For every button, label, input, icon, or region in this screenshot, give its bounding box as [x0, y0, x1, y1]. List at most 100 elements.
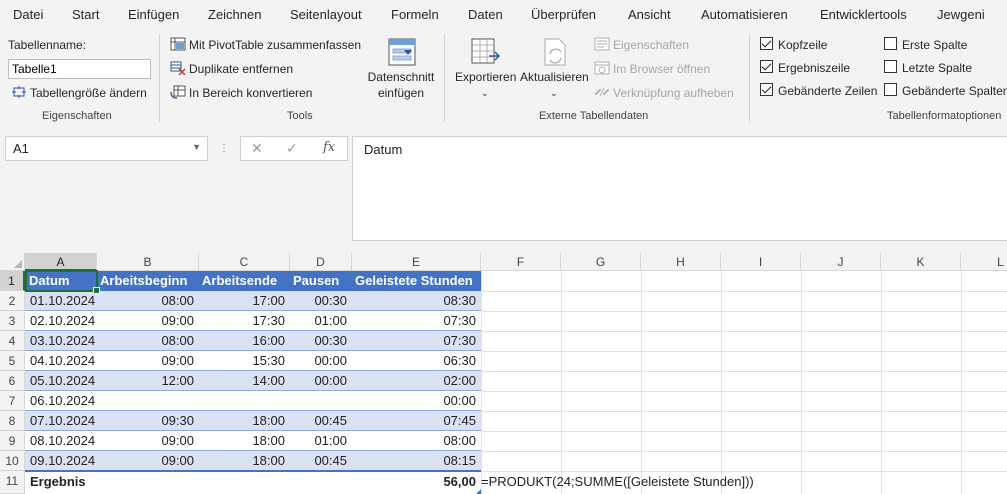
table-header-arbeitsbeginn[interactable]: Arbeitsbeginn [97, 271, 190, 291]
export-button[interactable]: Exportieren [455, 70, 516, 84]
table-cell[interactable]: 00:30 [290, 331, 352, 351]
table-cell[interactable]: 01.10.2024 [25, 291, 97, 311]
column-header-c[interactable]: C [199, 253, 290, 271]
tab-entwicklertools[interactable]: Entwicklertools [820, 7, 907, 22]
table-cell[interactable]: 18:00 [199, 411, 290, 431]
table-cell[interactable]: 00:45 [290, 411, 352, 431]
row-header-9[interactable]: 9 [0, 431, 25, 451]
table-cell[interactable]: 07.10.2024 [25, 411, 97, 431]
table-header-geleistete-stunden[interactable]: Geleistete Stunden [352, 271, 476, 291]
properties-button[interactable]: Eigenschaften [613, 38, 689, 52]
column-header-f[interactable]: F [481, 253, 561, 271]
active-cell-a1[interactable] [25, 270, 100, 294]
formula-text-cell[interactable]: =PRODUKT(24;SUMME([Geleistete Stunden])) [479, 472, 756, 492]
table-cell[interactable]: 08:15 [352, 451, 481, 471]
tab-automatisieren[interactable]: Automatisieren [701, 7, 788, 22]
table-cell[interactable]: 00:30 [290, 291, 352, 311]
column-header-b[interactable]: B [97, 253, 199, 271]
table-cell[interactable]: 08:30 [352, 291, 481, 311]
banded-columns-checkbox[interactable] [884, 83, 897, 96]
slicer-button-line1[interactable]: Datenschnitt [367, 70, 435, 84]
table-cell[interactable]: 15:30 [199, 351, 290, 371]
total-row-label[interactable]: Ergebnis [25, 472, 97, 492]
enter-icon[interactable]: ✓ [286, 140, 298, 157]
select-all-corner[interactable] [0, 253, 25, 271]
column-header-j[interactable]: J [801, 253, 881, 271]
slicer-button-line2[interactable]: einfügen [367, 86, 435, 100]
table-cell[interactable]: 01:00 [290, 311, 352, 331]
remove-duplicates-button[interactable]: Duplikate entfernen [189, 62, 293, 76]
table-cell[interactable]: 18:00 [199, 451, 290, 471]
unlink-button[interactable]: Verknüpfung aufheben [613, 86, 734, 100]
column-header-a[interactable]: A [25, 253, 97, 271]
table-cell[interactable]: 08:00 [97, 331, 199, 351]
table-cell[interactable]: 00:00 [290, 351, 352, 371]
row-header-7[interactable]: 7 [0, 391, 25, 411]
table-cell[interactable]: 05.10.2024 [25, 371, 97, 391]
column-header-k[interactable]: K [881, 253, 961, 271]
table-cell[interactable]: 00:00 [352, 391, 481, 411]
table-cell[interactable]: 01:00 [290, 431, 352, 451]
column-header-h[interactable]: H [641, 253, 721, 271]
banded-rows-checkbox[interactable] [760, 83, 773, 96]
table-cell[interactable]: 00:45 [290, 451, 352, 471]
convert-range-button[interactable]: In Bereich konvertieren [189, 86, 312, 100]
table-cell[interactable]: 14:00 [199, 371, 290, 391]
table-cell[interactable]: 06.10.2024 [25, 391, 97, 411]
column-header-e[interactable]: E [352, 253, 481, 271]
row-header-1[interactable]: 1 [0, 271, 25, 291]
column-header-l[interactable]: L [961, 253, 1007, 271]
total-row-checkbox[interactable] [760, 60, 773, 73]
table-cell[interactable]: 08:00 [352, 431, 481, 451]
table-cell[interactable]: 04.10.2024 [25, 351, 97, 371]
table-cell[interactable] [290, 391, 352, 411]
row-header-10[interactable]: 10 [0, 451, 25, 471]
row-header-3[interactable]: 3 [0, 311, 25, 331]
table-name-input[interactable] [8, 59, 151, 79]
table-cell[interactable]: 07:45 [352, 411, 481, 431]
tab-einfuegen[interactable]: Einfügen [128, 7, 179, 22]
table-cell[interactable]: 00:00 [290, 371, 352, 391]
more-options-icon[interactable]: ⋮ [219, 143, 229, 154]
column-header-i[interactable]: I [721, 253, 801, 271]
first-column-checkbox[interactable] [884, 37, 897, 50]
last-column-checkbox[interactable] [884, 60, 897, 73]
row-header-2[interactable]: 2 [0, 291, 25, 311]
table-cell[interactable]: 12:00 [97, 371, 199, 391]
refresh-chevron-icon[interactable]: ⌄ [550, 88, 558, 99]
total-row-value[interactable]: 56,00 [352, 472, 481, 492]
table-cell[interactable]: 16:00 [199, 331, 290, 351]
table-header-arbeitsende[interactable]: Arbeitsende [199, 271, 280, 291]
table-cell[interactable] [199, 391, 290, 411]
table-cell[interactable]: 07:30 [352, 331, 481, 351]
tab-seitenlayout[interactable]: Seitenlayout [290, 7, 362, 22]
tab-start[interactable]: Start [72, 7, 99, 22]
table-cell[interactable]: 08.10.2024 [25, 431, 97, 451]
chevron-down-icon[interactable]: ▼ [192, 142, 201, 152]
tab-ansicht[interactable]: Ansicht [628, 7, 671, 22]
table-cell[interactable]: 09:30 [97, 411, 199, 431]
table-cell[interactable]: 08:00 [97, 291, 199, 311]
table-cell[interactable]: 09:00 [97, 431, 199, 451]
tab-datei[interactable]: Datei [13, 7, 43, 22]
cancel-icon[interactable]: ✕ [251, 140, 263, 157]
row-header-11[interactable]: 11 [0, 471, 25, 494]
tab-formeln[interactable]: Formeln [391, 7, 439, 22]
table-cell[interactable]: 09:00 [97, 351, 199, 371]
tab-jewgeni[interactable]: Jewgeni [937, 7, 985, 22]
table-cell[interactable]: 03.10.2024 [25, 331, 97, 351]
resize-table-button[interactable]: Tabellengröße ändern [30, 86, 147, 100]
tab-ueberpruefen[interactable]: Überprüfen [531, 7, 596, 22]
table-cell[interactable]: 09:00 [97, 451, 199, 471]
table-cell[interactable]: 09:00 [97, 311, 199, 331]
table-cell[interactable]: 07:30 [352, 311, 481, 331]
export-chevron-icon[interactable]: ⌄ [481, 88, 489, 99]
table-cell[interactable]: 17:30 [199, 311, 290, 331]
pivottable-button[interactable]: Mit PivotTable zusammenfassen [189, 38, 361, 52]
row-header-6[interactable]: 6 [0, 371, 25, 391]
table-cell[interactable]: 06:30 [352, 351, 481, 371]
table-cell[interactable]: 17:00 [199, 291, 290, 311]
row-header-5[interactable]: 5 [0, 351, 25, 371]
name-box[interactable]: A1 ▼ [5, 136, 208, 161]
tab-daten[interactable]: Daten [468, 7, 503, 22]
